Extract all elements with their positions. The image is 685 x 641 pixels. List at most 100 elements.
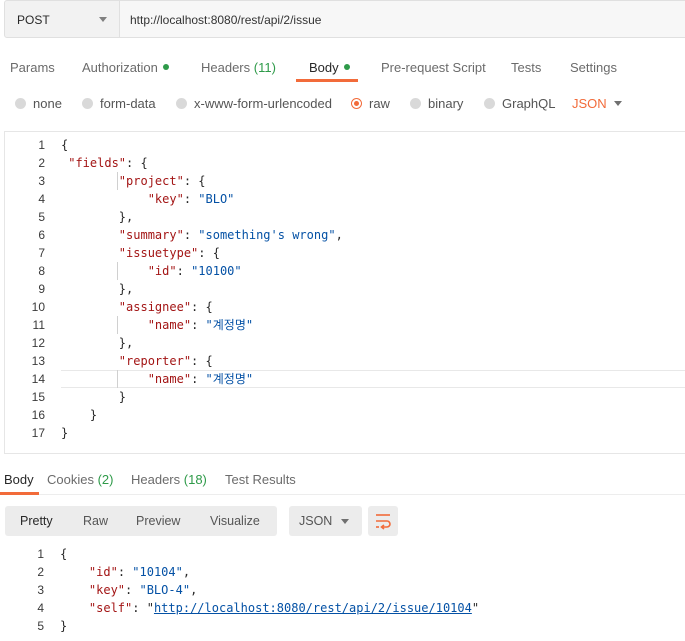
line-number: 3: [38, 174, 45, 188]
chevron-down-icon: [99, 17, 107, 22]
response-tabs: Body Cookies (2) Headers (18) Test Resul…: [0, 462, 685, 495]
tab-headers-count: (11): [253, 60, 276, 75]
tab-params[interactable]: Params: [10, 60, 55, 75]
chevron-down-icon: [341, 519, 349, 524]
response-format-select[interactable]: JSON: [289, 506, 362, 536]
response-tab-cookies-label: Cookies: [47, 472, 94, 487]
line-number: 14: [31, 372, 45, 386]
code-line: {: [61, 138, 69, 152]
tab-headers-label: Headers: [201, 60, 251, 75]
code-line: }: [61, 426, 69, 440]
status-dot-icon: [162, 64, 169, 70]
tab-pre-request-script[interactable]: Pre-request Script: [381, 60, 486, 75]
tab-settings[interactable]: Settings: [570, 60, 617, 75]
line-number: 4: [38, 192, 45, 206]
response-format-label: JSON: [299, 514, 333, 528]
body-type-row: none form-data x-www-form-urlencoded raw…: [0, 92, 685, 118]
radio-none-label: none: [33, 96, 62, 111]
response-tab-headers-label: Headers: [131, 472, 181, 487]
radio-binary[interactable]: binary: [410, 96, 463, 111]
tab-settings-label: Settings: [570, 60, 617, 75]
view-visualize[interactable]: Visualize: [210, 514, 260, 528]
active-tab-underline: [296, 79, 358, 82]
radio-urlencoded-label: x-www-form-urlencoded: [194, 96, 332, 111]
wrap-lines-icon: [376, 514, 391, 530]
code-line: "name": "계정명": [147, 372, 254, 386]
line-number: 5: [38, 210, 45, 224]
method-label: POST: [17, 13, 50, 27]
tab-authorization[interactable]: Authorization: [82, 60, 169, 75]
radio-raw-label: raw: [369, 96, 390, 111]
tab-authorization-label: Authorization: [82, 60, 158, 75]
response-line: "key": "BLO-4",: [88, 583, 198, 597]
request-body-editor[interactable]: 1 2 3 4 5 6 7 8 9 10 11 12 13 14 15 16 1…: [4, 131, 685, 454]
radio-urlencoded[interactable]: x-www-form-urlencoded: [176, 96, 332, 111]
active-tab-underline: [0, 492, 39, 495]
code-line: "name": "계정명": [147, 318, 254, 332]
request-tabs: Params Authorization Headers (11) Body P…: [0, 52, 685, 82]
response-body-viewer: 1 2 3 4 5 { "id": "10104", "key": "BLO-4…: [4, 545, 685, 641]
response-tab-body-label: Body: [4, 472, 34, 487]
response-tab-body[interactable]: Body: [4, 472, 34, 487]
radio-icon: [410, 98, 421, 109]
code-line: }: [61, 390, 127, 404]
response-line: "id": "10104",: [88, 565, 191, 579]
method-select[interactable]: POST: [4, 0, 120, 38]
line-number: 3: [37, 583, 44, 597]
radio-form-data[interactable]: form-data: [82, 96, 156, 111]
line-number: 12: [31, 336, 45, 350]
radio-graphql[interactable]: GraphQL: [484, 96, 555, 111]
wrap-lines-button[interactable]: [368, 506, 398, 536]
view-raw[interactable]: Raw: [83, 514, 108, 528]
response-line: "self": "http://localhost:8080/rest/api/…: [88, 601, 480, 615]
code-line: "issuetype": {: [118, 246, 220, 260]
language-select[interactable]: JSON: [572, 96, 607, 111]
code-line: "assignee": {: [118, 300, 213, 314]
line-number: 4: [37, 601, 44, 615]
response-tab-headers-count: (18): [183, 472, 207, 487]
line-number: 11: [32, 318, 45, 332]
tab-pre-request-label: Pre-request Script: [381, 60, 486, 75]
view-preview[interactable]: Preview: [136, 514, 180, 528]
response-line: }: [60, 619, 68, 633]
line-number: 8: [38, 264, 45, 278]
code-line: }: [61, 408, 98, 422]
tab-headers[interactable]: Headers (11): [201, 60, 276, 75]
chevron-down-icon[interactable]: [614, 101, 622, 106]
code-line: "summary": "something's wrong",: [118, 228, 343, 242]
radio-icon: [176, 98, 187, 109]
line-number: 13: [31, 354, 45, 368]
view-mode-segment: Pretty Raw Preview Visualize: [5, 506, 277, 536]
line-number: 2: [37, 565, 44, 579]
code-line: },: [61, 336, 134, 350]
radio-graphql-label: GraphQL: [502, 96, 556, 111]
view-pretty[interactable]: Pretty: [20, 514, 53, 528]
tab-params-label: Params: [10, 60, 55, 75]
radio-binary-label: binary: [428, 96, 464, 111]
radio-form-data-label: form-data: [100, 96, 156, 111]
request-bar: POST http://localhost:8080/rest/api/2/is…: [0, 0, 685, 40]
response-tab-cookies[interactable]: Cookies (2): [47, 472, 113, 487]
url-input[interactable]: http://localhost:8080/rest/api/2/issue: [120, 0, 685, 38]
radio-none[interactable]: none: [15, 96, 62, 111]
url-text: http://localhost:8080/rest/api/2/issue: [130, 13, 322, 27]
tab-tests-label: Tests: [511, 60, 542, 75]
response-tab-test-results[interactable]: Test Results: [225, 472, 296, 487]
line-number: 2: [38, 156, 45, 170]
code-line: "id": "10100": [147, 264, 242, 278]
response-tab-test-results-label: Test Results: [225, 472, 296, 487]
response-tab-headers[interactable]: Headers (18): [131, 472, 207, 487]
response-line: {: [60, 547, 68, 561]
line-number: 1: [37, 547, 44, 561]
line-number: 15: [31, 390, 45, 404]
line-number: 1: [38, 138, 45, 152]
status-dot-icon: [343, 64, 350, 70]
tab-tests[interactable]: Tests: [511, 60, 541, 75]
line-number: 5: [37, 619, 44, 633]
code-line: },: [61, 210, 134, 224]
radio-raw[interactable]: raw: [351, 96, 390, 111]
radio-icon: [484, 98, 495, 109]
tab-body[interactable]: Body: [309, 60, 350, 75]
code-line: "reporter": {: [118, 354, 213, 368]
radio-icon: [82, 98, 93, 109]
